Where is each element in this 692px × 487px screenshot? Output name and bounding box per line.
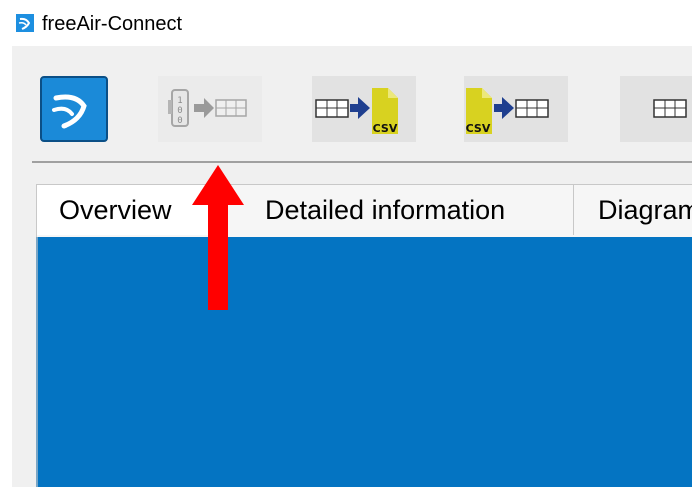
table-icon <box>653 99 687 118</box>
csv-to-table-icon: CSV <box>466 88 549 135</box>
title-bar: freeAir-Connect <box>0 0 692 46</box>
freeair-logo-icon <box>16 14 34 32</box>
table-to-csv-icon: CSV <box>315 88 398 135</box>
overview-panel <box>36 237 692 487</box>
import-csv-button[interactable]: CSV <box>464 76 568 142</box>
freeair-main-button[interactable] <box>40 76 108 142</box>
csv-badge: CSV <box>373 122 398 135</box>
tab-diagram[interactable]: Diagram <box>574 185 692 235</box>
csv-badge: CSV <box>466 122 491 135</box>
toolbar-separator <box>32 161 692 163</box>
export-csv-button[interactable]: CSV <box>312 76 416 142</box>
toolbar: 1 0 0 CSV CSV <box>12 46 692 159</box>
read-device-data-button[interactable]: 1 0 0 <box>158 76 262 142</box>
tab-detailed-information[interactable]: Detailed information <box>223 185 574 235</box>
svg-text:1: 1 <box>177 96 182 106</box>
device-to-table-icon: 1 0 0 <box>168 89 247 127</box>
freeair-logo-icon <box>52 94 87 129</box>
app-window: freeAir-Connect 1 0 0 CSV CSV Overview D… <box>0 0 692 487</box>
svg-text:0: 0 <box>177 116 182 126</box>
client-area: 1 0 0 CSV CSV Overview Detailed informat… <box>12 46 692 487</box>
more-button[interactable] <box>620 76 692 142</box>
window-title: freeAir-Connect <box>42 13 183 35</box>
tab-strip: Overview Detailed information Diagram <box>36 184 692 237</box>
svg-text:0: 0 <box>177 106 182 116</box>
red-arrow-annotation <box>192 165 244 310</box>
